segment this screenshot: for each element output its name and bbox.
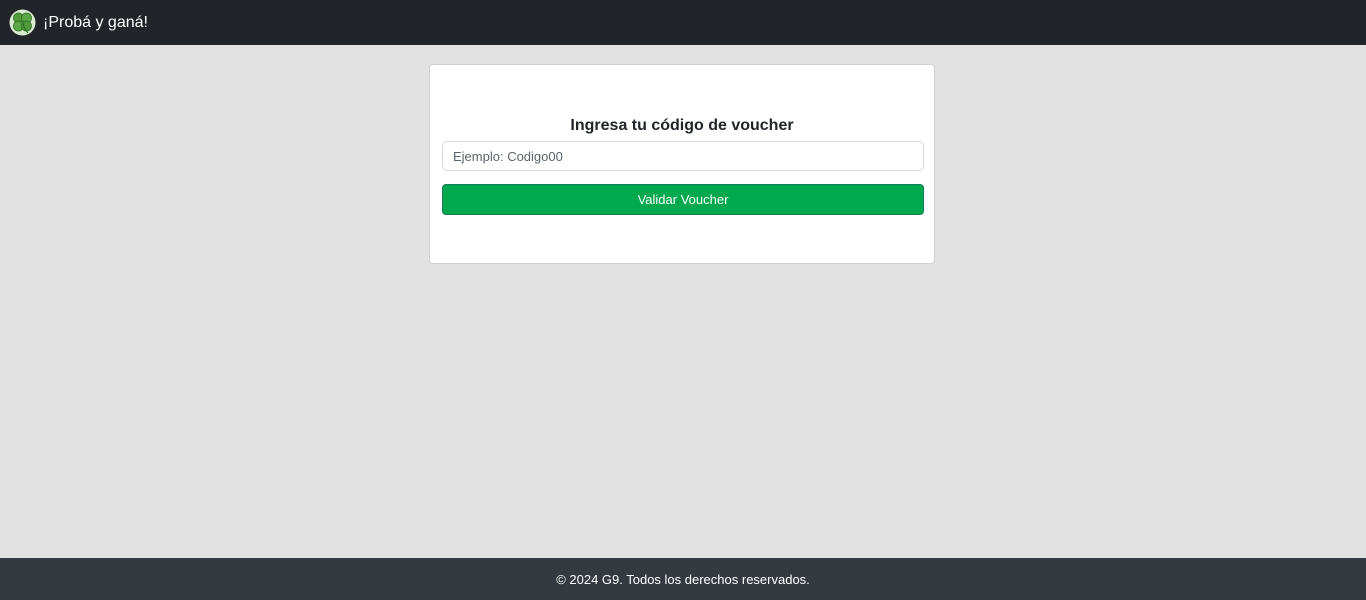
card-title: Ingresa tu código de voucher (570, 117, 794, 134)
copyright-text: © 2024 G9. Todos los derechos reservados… (556, 571, 810, 587)
brand-link[interactable]: ¡Probá y ganá! (9, 9, 148, 36)
validate-voucher-button[interactable]: Validar Voucher (442, 184, 924, 215)
four-leaf-clover-icon (9, 9, 36, 36)
voucher-card: Ingresa tu código de voucher Validar Vou… (429, 64, 935, 264)
voucher-code-input[interactable] (442, 141, 924, 171)
navbar: ¡Probá y ganá! (0, 0, 1366, 45)
footer: © 2024 G9. Todos los derechos reservados… (0, 558, 1366, 600)
brand-text: ¡Probá y ganá! (43, 13, 148, 31)
